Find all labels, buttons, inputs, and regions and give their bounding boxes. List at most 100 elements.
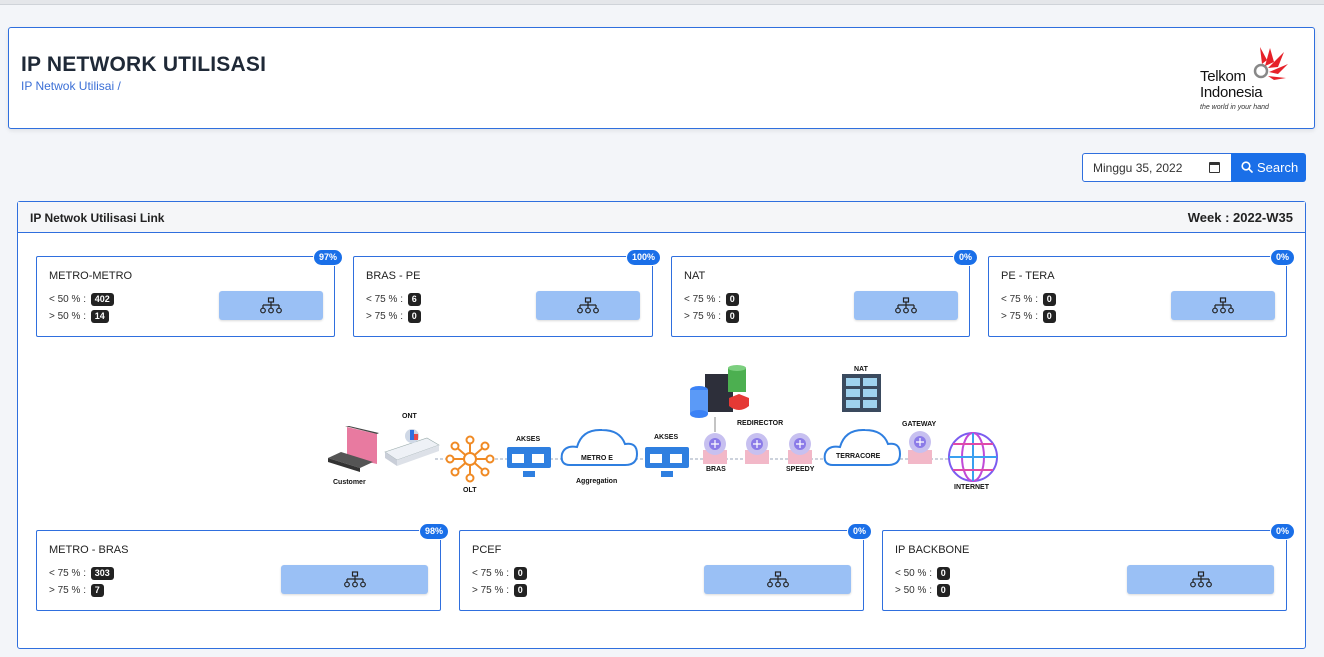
top-border (0, 0, 1324, 5)
link-name: BRAS - PE (366, 270, 421, 282)
telkom-logo: Telkom Indonesia the world in your hand (1190, 42, 1298, 114)
link-name: PE - TERA (1001, 270, 1055, 282)
router-icon (788, 433, 812, 464)
threshold-row-low: < 75 % : 303 (49, 567, 114, 580)
page-header: IP NETWORK UTILISASI IP Netwok Utilisai … (8, 27, 1315, 129)
olt-icon (445, 435, 495, 483)
topology-drawing (328, 365, 998, 483)
router-icon (745, 433, 769, 464)
link-card-pe-tera: 0% PE - TERA < 75 % : 0 > 75 % : 0 (988, 249, 1295, 337)
topology-button[interactable] (281, 565, 428, 594)
search-button[interactable]: Search (1231, 153, 1306, 182)
utilization-badge: 0% (846, 523, 872, 540)
switch-icon (507, 447, 551, 477)
utilization-badge: 97% (312, 249, 343, 266)
topology-button[interactable] (536, 291, 640, 320)
label-bras: BRAS (706, 466, 726, 473)
label-internet: INTERNET (954, 484, 989, 491)
label-metro-e: METRO E (581, 455, 613, 462)
link-card-metro-bras: 98% METRO - BRAS < 75 % : 303 > 75 % : 7 (36, 523, 449, 611)
utilization-badge: 0% (1269, 523, 1295, 540)
label-redirector: REDIRECTOR (737, 420, 784, 427)
search-icon (1241, 161, 1253, 173)
count-badge: 0 (936, 584, 950, 597)
threshold-row-high: > 75 % : 0 (684, 310, 739, 323)
link-card-bras-pe: 100% BRAS - PE < 75 % : 6 > 75 % : 0 (353, 249, 661, 337)
link-name: METRO-METRO (49, 270, 133, 282)
sitemap-icon (343, 570, 366, 587)
threshold-row-high: > 75 % : 0 (1001, 310, 1056, 323)
count-badge: 6 (407, 293, 421, 306)
sitemap-icon (1212, 296, 1234, 313)
utilization-badge: 100% (625, 249, 661, 266)
page-title: IP NETWORK UTILISASI (21, 53, 267, 76)
threshold-row-low: < 50 % : 0 (895, 567, 950, 580)
sitemap-icon (260, 296, 282, 313)
count-badge: 0 (725, 310, 739, 323)
link-name: IP BACKBONE (895, 544, 970, 556)
computer-icon (328, 426, 379, 472)
link-card-metro-metro: 97% METRO-METRO < 50 % : 402 > 50 % : 14 (36, 249, 343, 337)
calendar-icon[interactable] (1209, 162, 1220, 173)
topology-button[interactable] (219, 291, 323, 320)
link-card-ip-backbone: 0% IP BACKBONE < 50 % : 0 > 50 % : 0 (882, 523, 1295, 611)
label-gateway: GATEWAY (902, 421, 937, 428)
ont-icon (384, 429, 440, 466)
network-topology-diagram: Customer ONT OLT AKSES METRO E Aggregati… (315, 362, 1015, 502)
threshold-row-low: < 75 % : 6 (366, 293, 421, 306)
label-olt: OLT (463, 487, 477, 494)
label-terracore: TERRACORE (836, 453, 881, 460)
utilization-badge: 98% (418, 523, 449, 540)
link-name: METRO - BRAS (49, 544, 129, 556)
count-badge: 402 (90, 293, 114, 306)
count-badge: 0 (1042, 310, 1056, 323)
count-badge: 7 (90, 584, 104, 597)
link-name: PCEF (472, 544, 502, 556)
count-badge: 0 (725, 293, 739, 306)
utilization-badge: 0% (952, 249, 978, 266)
globe-icon (948, 432, 998, 482)
link-card-nat: 0% NAT < 75 % : 0 > 75 % : 0 (671, 249, 978, 337)
threshold-row-high: > 75 % : 7 (49, 584, 104, 597)
label-customer: Customer (333, 479, 366, 486)
label-nat: NAT (854, 366, 868, 373)
panel-header: IP Netwok Utilisasi Link Week : 2022-W35 (18, 202, 1305, 233)
count-badge: 0 (1042, 293, 1056, 306)
logo-text: Telkom Indonesia (1200, 68, 1263, 101)
count-badge: 0 (513, 584, 527, 597)
week-picker-input[interactable]: Minggu 35, 2022 (1082, 153, 1232, 182)
nat-server-icon (842, 374, 881, 412)
panel-title: IP Netwok Utilisasi Link (30, 211, 165, 225)
logo-tagline: the world in your hand (1200, 104, 1269, 111)
count-badge: 0 (513, 567, 527, 580)
threshold-row-low: < 75 % : 0 (472, 567, 527, 580)
threshold-row-low: < 75 % : 0 (684, 293, 739, 306)
router-icon (908, 431, 932, 464)
sitemap-icon (1189, 570, 1212, 587)
topology-button[interactable] (1171, 291, 1275, 320)
sitemap-icon (766, 570, 789, 587)
count-badge: 0 (936, 567, 950, 580)
topology-button[interactable] (854, 291, 958, 320)
count-badge: 0 (407, 310, 421, 323)
topology-button[interactable] (704, 565, 851, 594)
topology-button[interactable] (1127, 565, 1274, 594)
router-icon (703, 433, 727, 464)
label-akses: AKSES (654, 434, 679, 441)
label-speedy: SPEEDY (786, 466, 815, 473)
threshold-row-high: > 50 % : 14 (49, 310, 109, 323)
threshold-row-high: > 75 % : 0 (366, 310, 421, 323)
switch-icon (645, 447, 689, 477)
threshold-row-low: < 50 % : 402 (49, 293, 114, 306)
utilization-badge: 0% (1269, 249, 1295, 266)
sitemap-icon (895, 296, 917, 313)
count-badge: 303 (90, 567, 114, 580)
sitemap-icon (577, 296, 599, 313)
label-akses: AKSES (516, 436, 541, 443)
label-aggregation: Aggregation (576, 478, 618, 485)
threshold-row-low: < 75 % : 0 (1001, 293, 1056, 306)
breadcrumb[interactable]: IP Netwok Utilisai / (21, 79, 121, 93)
link-name: NAT (684, 270, 706, 282)
link-card-pcef: 0% PCEF < 75 % : 0 > 75 % : 0 (459, 523, 872, 611)
threshold-row-high: > 75 % : 0 (472, 584, 527, 597)
